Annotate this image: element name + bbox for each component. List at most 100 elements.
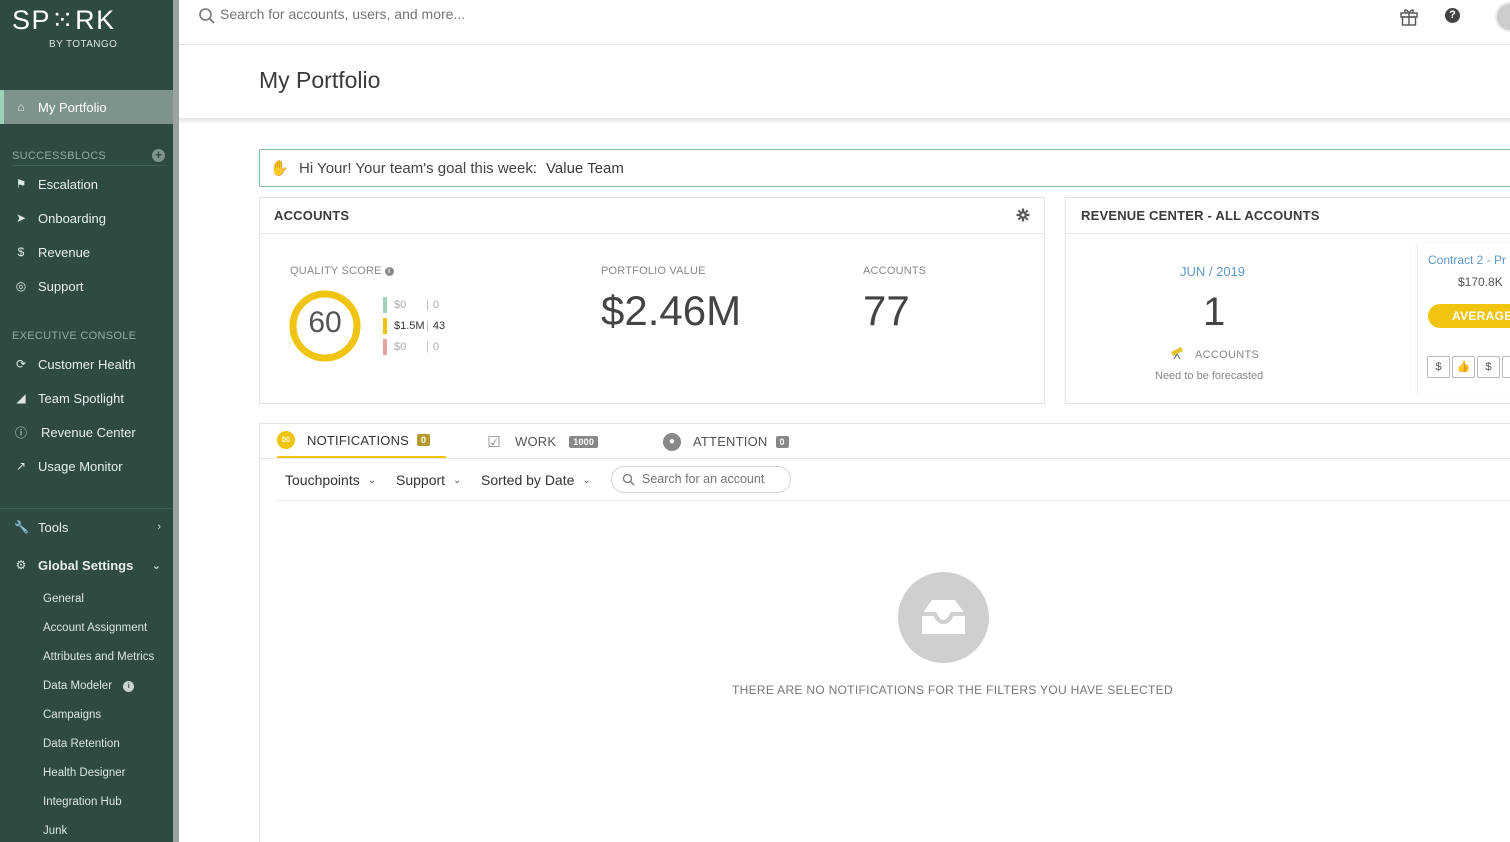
revenue-accounts-label: ACCOUNTS bbox=[1195, 349, 1260, 361]
accounts-count[interactable]: 77 bbox=[863, 287, 910, 335]
tab-count-badge: 0 bbox=[775, 435, 789, 448]
dollar-circle-icon: ⓘ bbox=[14, 425, 27, 440]
portfolio-value[interactable]: $2.46M bbox=[601, 287, 741, 335]
filter-label: Support bbox=[396, 472, 446, 488]
sidebar-item-onboarding[interactable]: ➤ Onboarding bbox=[0, 203, 173, 233]
sidebar-item-my-portfolio[interactable]: ⌂ My Portfolio bbox=[0, 90, 173, 124]
sidebar-resize-handle[interactable] bbox=[173, 0, 179, 842]
gift-icon[interactable] bbox=[1398, 5, 1420, 27]
sidebar-item-tools[interactable]: 🔧 Tools › bbox=[0, 512, 173, 542]
segment-amount: $0 bbox=[394, 299, 407, 311]
sidebar-item-global-settings[interactable]: ⚙ Global Settings ⌄ bbox=[0, 550, 173, 580]
gear-icon: ⚙ bbox=[15, 558, 27, 572]
settings-item-health-designer[interactable]: Health Designer bbox=[43, 767, 125, 779]
touchpoints-filter[interactable]: Touchpoints ⌄ bbox=[285, 472, 376, 488]
sidebar-item-customer-health[interactable]: ⟳ Customer Health bbox=[0, 349, 173, 379]
settings-item-attributes-and-metrics[interactable]: Attributes and Metrics bbox=[43, 651, 154, 663]
quality-segment-row[interactable]: $1.5M | 43 bbox=[383, 318, 445, 334]
sidebar-item-team-spotlight[interactable]: ◢ Team Spotlight bbox=[0, 383, 173, 413]
sidebar-item-label: Escalation bbox=[38, 176, 98, 192]
tab-count-badge: 0 bbox=[417, 434, 431, 446]
sidebar-item-label: Global Settings bbox=[38, 557, 134, 573]
segment-color-bar bbox=[383, 318, 387, 334]
settings-item-data-modeler[interactable]: Data Modeler i bbox=[43, 680, 135, 692]
sidebar-item-label: Usage Monitor bbox=[38, 458, 123, 474]
global-search-input[interactable] bbox=[220, 6, 720, 22]
settings-item-label: Data Modeler bbox=[43, 680, 113, 692]
rocket-icon: ➤ bbox=[15, 211, 27, 225]
revenue-accounts-count[interactable]: 1 bbox=[1203, 290, 1225, 335]
contract-value: $170.8K bbox=[1458, 275, 1503, 289]
chevron-down-icon: ⌄ bbox=[453, 474, 462, 486]
sidebar-item-revenue-center[interactable]: ⓘ Revenue Center bbox=[0, 417, 173, 447]
empty-state-message: THERE ARE NO NOTIFICATIONS FOR THE FILTE… bbox=[732, 683, 1173, 697]
quality-segment-row[interactable]: $0 | 0 bbox=[383, 339, 439, 355]
tab-work[interactable]: ☑ WORK 1000 bbox=[485, 424, 599, 459]
search-icon bbox=[622, 473, 635, 486]
revenue-month[interactable]: JUN / 2019 bbox=[1180, 264, 1245, 279]
tab-notifications[interactable]: ✉ NOTIFICATIONS 0 bbox=[277, 424, 446, 459]
wave-hand-icon: ✋ bbox=[270, 160, 289, 177]
sidebar-divider bbox=[0, 508, 173, 509]
info-icon[interactable]: i bbox=[123, 681, 135, 692]
settings-item-account-assignment[interactable]: Account Assignment bbox=[43, 622, 147, 634]
dollar-down-icon[interactable]: $ bbox=[1477, 356, 1500, 378]
tab-attention[interactable]: ● ATTENTION 0 bbox=[663, 424, 789, 459]
account-search-input[interactable] bbox=[642, 472, 782, 486]
sidebar-item-label: Onboarding bbox=[38, 210, 106, 226]
contract-panel: Contract 2 - Pr $170.8K AVERAGE $ 👍 $ bbox=[1417, 243, 1510, 393]
home-icon: ⌂ bbox=[17, 100, 25, 114]
chevron-down-icon: ⌄ bbox=[367, 474, 377, 486]
segment-amount: $0 bbox=[394, 341, 407, 353]
settings-item-data-retention[interactable]: Data Retention bbox=[43, 738, 120, 750]
info-icon[interactable]: i bbox=[384, 267, 394, 276]
sidebar-item-label: My Portfolio bbox=[38, 99, 107, 115]
avatar[interactable] bbox=[1495, 2, 1510, 32]
contract-name[interactable]: Contract 2 - Pr bbox=[1428, 253, 1506, 267]
segment-color-bar bbox=[383, 297, 387, 313]
quality-segment-row[interactable]: $0 | 0 bbox=[383, 297, 439, 313]
settings-item-general[interactable]: General bbox=[43, 593, 84, 605]
thumbs-up-icon[interactable]: 👍 bbox=[1452, 356, 1475, 378]
header-divider bbox=[179, 118, 1510, 123]
wrench-icon: 🔧 bbox=[14, 520, 29, 534]
sidebar-item-revenue[interactable]: $ Revenue bbox=[0, 237, 173, 267]
segment-separator: | bbox=[426, 320, 429, 332]
settings-item-campaigns[interactable]: Campaigns bbox=[43, 709, 101, 721]
tabs-divider bbox=[260, 458, 1510, 459]
settings-item-junk[interactable]: Junk bbox=[43, 825, 67, 837]
chevron-down-icon: ⌄ bbox=[151, 559, 161, 572]
lifebuoy-icon: ◎ bbox=[15, 279, 27, 293]
help-icon[interactable]: ? bbox=[1445, 8, 1460, 23]
settings-item-integration-hub[interactable]: Integration Hub bbox=[43, 796, 122, 808]
add-successbloc-icon[interactable]: + bbox=[152, 149, 165, 162]
forecast-average-badge[interactable]: AVERAGE bbox=[1428, 304, 1510, 328]
chart-line-icon: ↗ bbox=[15, 459, 27, 473]
spark-logo[interactable]: SP⁙RK BY TOTANGO bbox=[12, 5, 162, 53]
quality-score-label: QUALITY SCORE i bbox=[290, 265, 394, 277]
segment-amount: $1.5M bbox=[394, 320, 425, 332]
sidebar-item-usage-monitor[interactable]: ↗ Usage Monitor bbox=[0, 451, 173, 481]
chevron-down-icon: ⌄ bbox=[582, 474, 591, 486]
filter-divider bbox=[275, 500, 1510, 501]
dollar-icon: $ bbox=[17, 245, 25, 259]
gear-icon[interactable] bbox=[1016, 208, 1030, 222]
more-action-icon[interactable] bbox=[1502, 356, 1510, 378]
dollar-forecast-icon[interactable]: $ bbox=[1427, 356, 1450, 378]
sidebar-item-support[interactable]: ◎ Support bbox=[0, 271, 173, 301]
support-filter[interactable]: Support ⌄ bbox=[396, 472, 461, 488]
team-goal-banner: ✋ Hi Your! Your team's goal this week: V… bbox=[259, 149, 1510, 187]
section-label-successblocs: SUCCESSBLOCS bbox=[12, 150, 107, 162]
pin-icon: ● bbox=[663, 432, 681, 451]
revenue-forecast-note: Need to be forecasted bbox=[1155, 370, 1264, 382]
search-icon bbox=[199, 8, 215, 24]
quality-score-value: 60 bbox=[308, 306, 342, 339]
accounts-count-label: ACCOUNTS bbox=[863, 265, 927, 277]
account-search-box[interactable] bbox=[611, 466, 791, 493]
sort-filter[interactable]: Sorted by Date ⌄ bbox=[481, 472, 591, 488]
filter-label: Touchpoints bbox=[285, 472, 360, 488]
segment-count: 0 bbox=[432, 299, 439, 311]
checkbox-icon: ☑ bbox=[487, 433, 501, 451]
goal-value: Value Team bbox=[546, 159, 624, 177]
sidebar-item-escalation[interactable]: ⚑ Escalation bbox=[0, 169, 173, 199]
